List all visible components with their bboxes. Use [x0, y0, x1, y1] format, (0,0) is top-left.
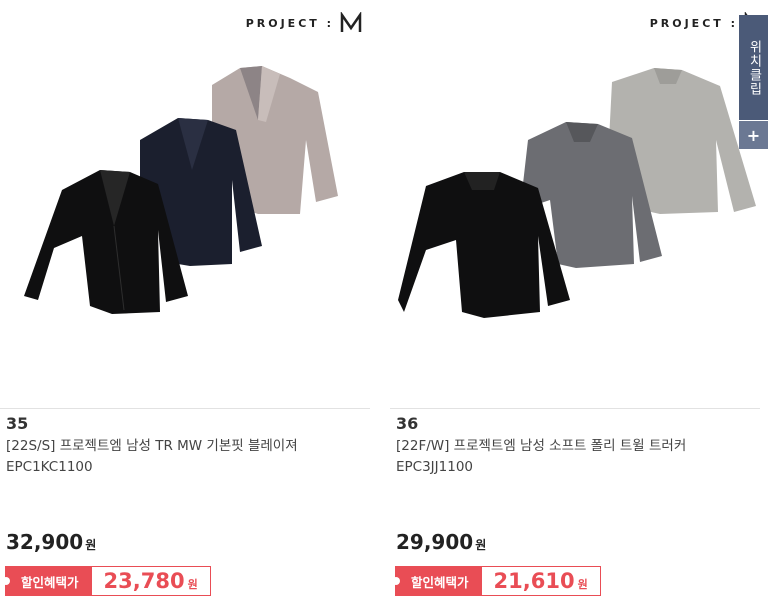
dot-icon — [2, 577, 10, 585]
divider — [0, 408, 370, 409]
discount-label: 할인혜택가 — [21, 574, 79, 590]
side-plus-button[interactable]: + — [739, 121, 768, 149]
product-number: 36 — [396, 414, 419, 433]
plus-icon: + — [746, 125, 761, 145]
product-number: 35 — [6, 414, 29, 433]
product-card[interactable]: PROJECT : 35 [22S/S] 프로젝트엠 남성 TR MW 기본핏 … — [0, 0, 370, 613]
discount-label: 할인혜택가 — [411, 574, 469, 590]
currency-label: 원 — [577, 578, 588, 591]
product-price: 32,900 원 — [6, 530, 96, 554]
price-value: 29,900 — [396, 530, 474, 554]
price-value: 32,900 — [6, 530, 84, 554]
discount-price: 21,610 — [493, 569, 575, 593]
currency-label: 원 — [85, 538, 97, 552]
side-clip-label: 위치클립 — [746, 39, 762, 96]
jacket-illustration — [398, 68, 756, 318]
side-clip-tab[interactable]: 위치클립 — [739, 15, 768, 120]
discount-badge: 할인혜택가 23,780 원 — [2, 566, 211, 596]
product-card[interactable]: PROJECT : 36 [22F/W] 프로젝트엠 남성 소프트 폴리 트윌 … — [390, 0, 760, 613]
currency-label: 원 — [187, 578, 198, 591]
discount-price: 23,780 — [103, 569, 185, 593]
divider — [390, 408, 760, 409]
product-price: 29,900 원 — [396, 530, 486, 554]
product-image[interactable]: PROJECT : — [0, 0, 370, 408]
blazer-illustration — [24, 66, 338, 314]
product-image[interactable]: PROJECT : — [390, 0, 760, 408]
discount-label-box: 할인혜택가 — [392, 566, 481, 596]
dot-icon — [392, 577, 400, 585]
discount-price-box: 21,610 원 — [480, 566, 601, 596]
currency-label: 원 — [475, 538, 487, 552]
discount-badge: 할인혜택가 21,610 원 — [392, 566, 601, 596]
product-name[interactable]: [22F/W] 프로젝트엠 남성 소프트 폴리 트윌 트러커 EPC3JJ110… — [396, 436, 756, 478]
discount-label-box: 할인혜택가 — [2, 566, 91, 596]
discount-price-box: 23,780 원 — [90, 566, 211, 596]
product-name[interactable]: [22S/S] 프로젝트엠 남성 TR MW 기본핏 블레이져 EPC1KC11… — [6, 436, 366, 478]
